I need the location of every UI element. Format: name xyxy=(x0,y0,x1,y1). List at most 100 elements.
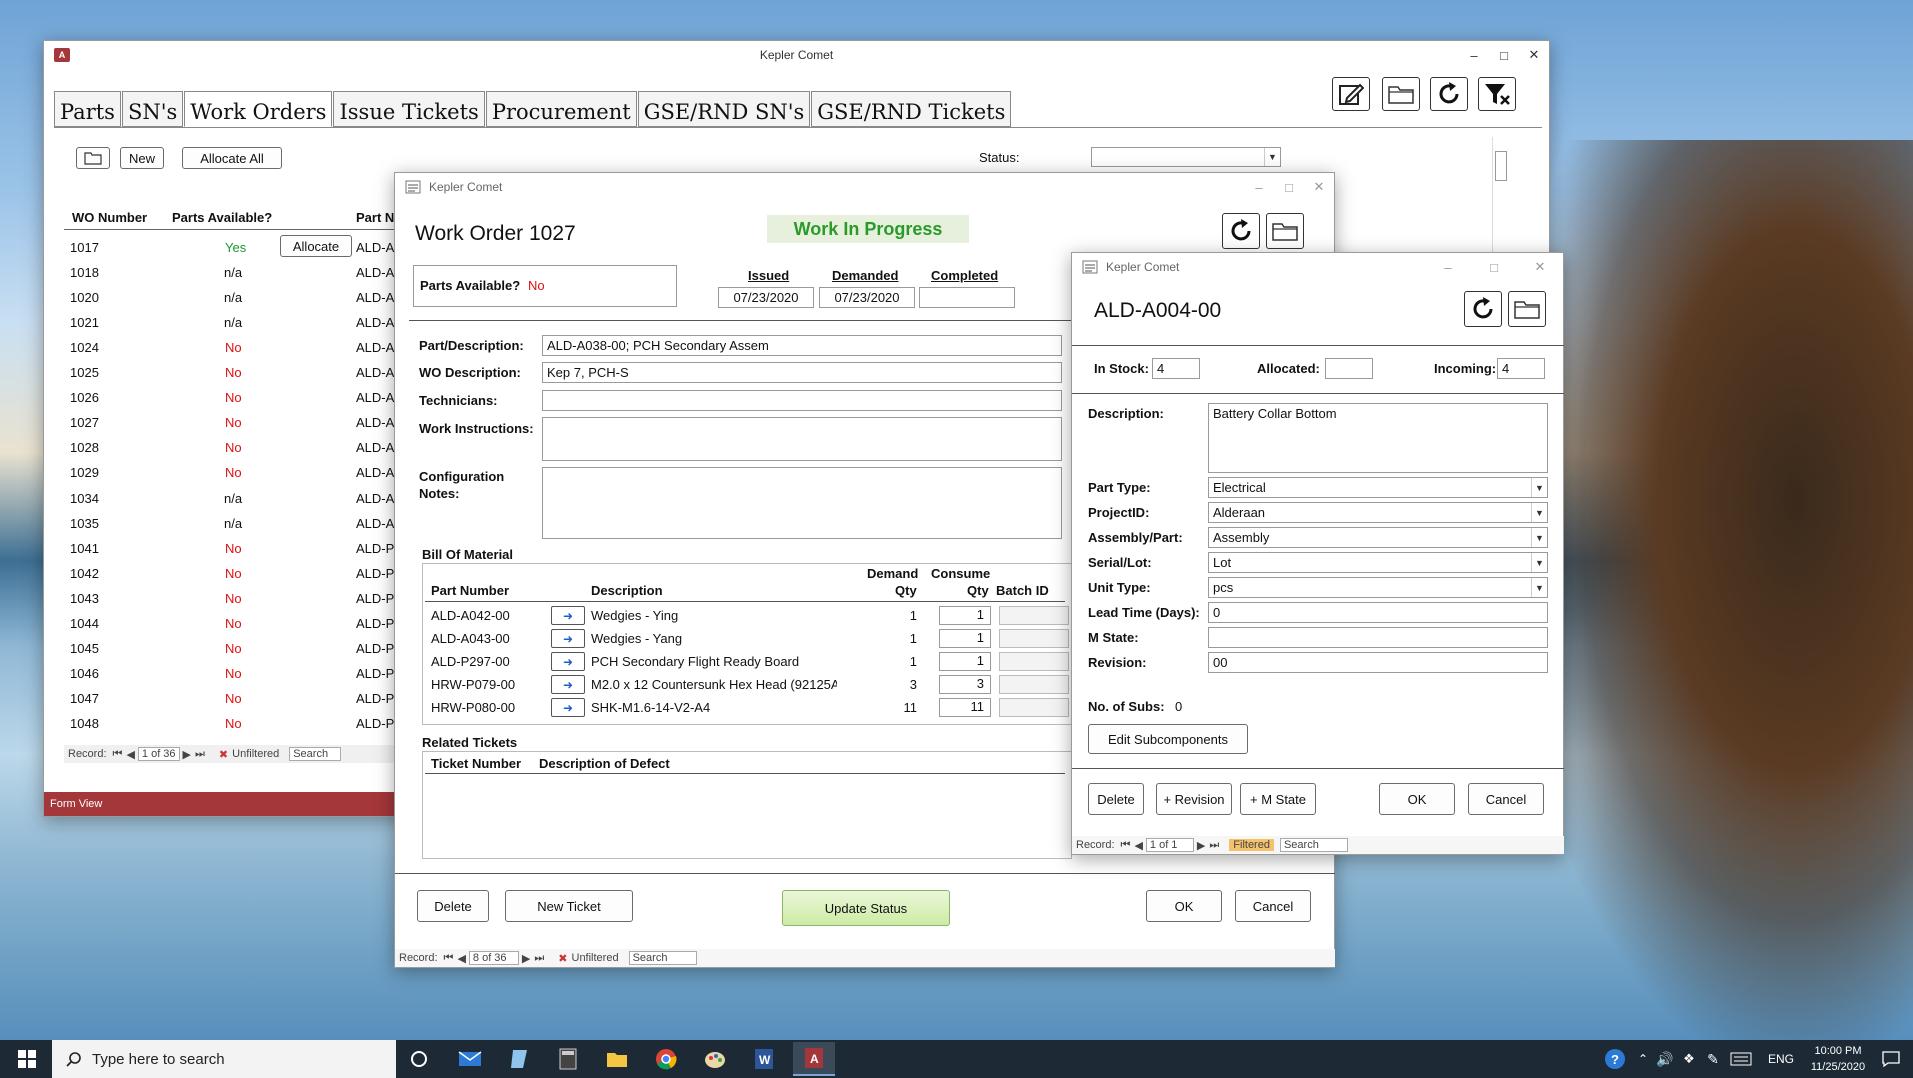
wo-desc-field[interactable]: Kep 7, PCH-S xyxy=(542,362,1062,383)
project-select[interactable]: Alderaan ▼ xyxy=(1208,502,1548,523)
bom-batch-id[interactable] xyxy=(999,606,1069,625)
description-field[interactable]: Battery Collar Bottom xyxy=(1208,403,1548,473)
new-button[interactable]: New xyxy=(120,147,164,169)
edit-icon[interactable] xyxy=(1332,77,1370,111)
tab-issue-tickets[interactable]: Issue Tickets xyxy=(333,91,485,127)
minimize-icon[interactable]: – xyxy=(1425,253,1471,281)
filter-status[interactable]: Unfiltered xyxy=(232,748,279,760)
filter-status[interactable]: Filtered xyxy=(1229,839,1274,851)
close-icon[interactable]: ✕ xyxy=(1519,41,1549,69)
next-record-icon[interactable]: ▶ xyxy=(522,952,530,965)
allocate-button[interactable]: Allocate xyxy=(280,235,352,257)
tab-procurement[interactable]: Procurement xyxy=(485,91,637,127)
tab-sns[interactable]: SN's xyxy=(121,91,184,127)
next-record-icon[interactable]: ▶ xyxy=(1197,839,1205,852)
help-icon[interactable]: ? xyxy=(1600,1044,1630,1074)
goto-part-button[interactable]: ➜ xyxy=(551,606,585,625)
bom-consume-qty[interactable]: 1 xyxy=(939,629,991,648)
next-record-icon[interactable]: ▶ xyxy=(183,748,191,761)
maximize-icon[interactable]: □ xyxy=(1274,173,1304,201)
prev-record-icon[interactable]: ◀ xyxy=(126,748,134,761)
maximize-icon[interactable]: □ xyxy=(1489,41,1519,69)
status-select[interactable]: ▼ xyxy=(1091,147,1281,167)
prev-record-icon[interactable]: ◀ xyxy=(457,952,465,965)
cortana-icon[interactable] xyxy=(404,1044,434,1074)
first-record-icon[interactable]: ⏮ xyxy=(113,748,123,761)
word-icon[interactable]: W xyxy=(749,1044,779,1074)
taskbar-clock[interactable]: 10:00 PM 11/25/2020 xyxy=(1808,1043,1868,1075)
completed-field[interactable] xyxy=(919,287,1015,308)
new-ticket-button[interactable]: New Ticket xyxy=(505,890,633,922)
search-box[interactable]: Search xyxy=(289,747,342,761)
chrome-icon[interactable] xyxy=(651,1044,681,1074)
table-row[interactable]: 1026 No ALD-A xyxy=(60,388,394,408)
minimize-icon[interactable]: – xyxy=(1459,41,1489,69)
pen-icon[interactable]: ✎ xyxy=(1698,1044,1728,1074)
open-folder-button[interactable] xyxy=(76,147,110,169)
part-delete-button[interactable]: Delete xyxy=(1088,783,1144,815)
config-notes-field[interactable] xyxy=(542,467,1062,539)
technicians-field[interactable] xyxy=(542,390,1062,411)
maximize-icon[interactable]: □ xyxy=(1471,253,1517,281)
issued-field[interactable]: 07/23/2020 xyxy=(718,287,814,308)
work-instructions-field[interactable] xyxy=(542,417,1062,461)
demanded-field[interactable]: 07/23/2020 xyxy=(819,287,915,308)
table-row[interactable]: 1028 No ALD-A xyxy=(60,438,394,458)
clear-filter-icon[interactable] xyxy=(1478,77,1516,111)
language-indicator[interactable]: ENG xyxy=(1768,1052,1794,1066)
search-box[interactable]: Search xyxy=(1279,838,1348,852)
folder-icon[interactable] xyxy=(1266,213,1304,249)
paint-icon[interactable] xyxy=(700,1044,730,1074)
add-mstate-button[interactable]: + M State xyxy=(1240,783,1316,815)
bom-batch-id[interactable] xyxy=(999,698,1069,717)
refresh-icon[interactable] xyxy=(1430,77,1468,111)
minimize-icon[interactable]: – xyxy=(1244,173,1274,201)
goto-part-button[interactable]: ➜ xyxy=(551,698,585,717)
access-icon[interactable]: A xyxy=(793,1042,835,1076)
table-row[interactable]: 1045 No ALD-P xyxy=(60,639,394,659)
table-row[interactable]: 1047 No ALD-P xyxy=(60,689,394,709)
wo-cancel-button[interactable]: Cancel xyxy=(1235,890,1311,922)
bom-consume-qty[interactable]: 11 xyxy=(939,698,991,717)
table-row[interactable]: 1034 n/a ALD-A xyxy=(60,488,394,508)
keyboard-icon[interactable] xyxy=(1726,1044,1756,1074)
bom-consume-qty[interactable]: 1 xyxy=(939,606,991,625)
table-row[interactable]: 1035 n/a ALD-A xyxy=(60,513,394,533)
goto-part-button[interactable]: ➜ xyxy=(551,629,585,648)
goto-part-button[interactable]: ➜ xyxy=(551,652,585,671)
bom-batch-id[interactable] xyxy=(999,675,1069,694)
goto-part-button[interactable]: ➜ xyxy=(551,675,585,694)
notepad-icon[interactable] xyxy=(504,1044,534,1074)
table-row[interactable]: 1018 n/a ALD-A xyxy=(60,262,394,282)
bom-batch-id[interactable] xyxy=(999,629,1069,648)
mstate-field[interactable] xyxy=(1208,627,1548,648)
unit-select[interactable]: pcs ▼ xyxy=(1208,577,1548,598)
add-revision-button[interactable]: + Revision xyxy=(1156,783,1232,815)
revision-field[interactable]: 00 xyxy=(1208,652,1548,673)
update-status-button[interactable]: Update Status xyxy=(782,890,950,926)
tab-gse-rnd-sns[interactable]: GSE/RND SN's xyxy=(637,91,811,127)
incoming-field[interactable]: 4 xyxy=(1497,358,1545,379)
refresh-icon[interactable] xyxy=(1464,291,1502,327)
allocate-all-button[interactable]: Allocate All xyxy=(182,147,282,169)
search-box[interactable]: Search xyxy=(628,951,697,965)
taskbar-search[interactable]: Type here to search xyxy=(52,1040,396,1078)
table-row[interactable]: 1048 No ALD-P xyxy=(60,714,394,734)
tab-parts[interactable]: Parts xyxy=(54,91,121,127)
notifications-icon[interactable] xyxy=(1876,1044,1906,1074)
table-row[interactable]: 1046 No ALD-P xyxy=(60,664,394,684)
folder-icon[interactable] xyxy=(1508,291,1546,327)
part-ok-button[interactable]: OK xyxy=(1379,783,1455,815)
last-record-icon[interactable]: ⏭ xyxy=(1209,839,1219,852)
folder-icon[interactable] xyxy=(1382,77,1420,111)
close-icon[interactable]: ✕ xyxy=(1304,173,1334,201)
part-cancel-button[interactable]: Cancel xyxy=(1468,783,1544,815)
edit-subcomponents-button[interactable]: Edit Subcomponents xyxy=(1088,724,1248,754)
windows-start-icon[interactable] xyxy=(12,1044,42,1074)
table-row[interactable]: 1024 No ALD-A xyxy=(60,337,394,357)
table-row[interactable]: 1029 No ALD-A xyxy=(60,463,394,483)
record-position[interactable]: 1 of 36 xyxy=(137,747,180,761)
record-position[interactable]: 1 of 1 xyxy=(1145,838,1194,852)
assembly-select[interactable]: Assembly ▼ xyxy=(1208,527,1548,548)
last-record-icon[interactable]: ⏭ xyxy=(195,748,205,761)
